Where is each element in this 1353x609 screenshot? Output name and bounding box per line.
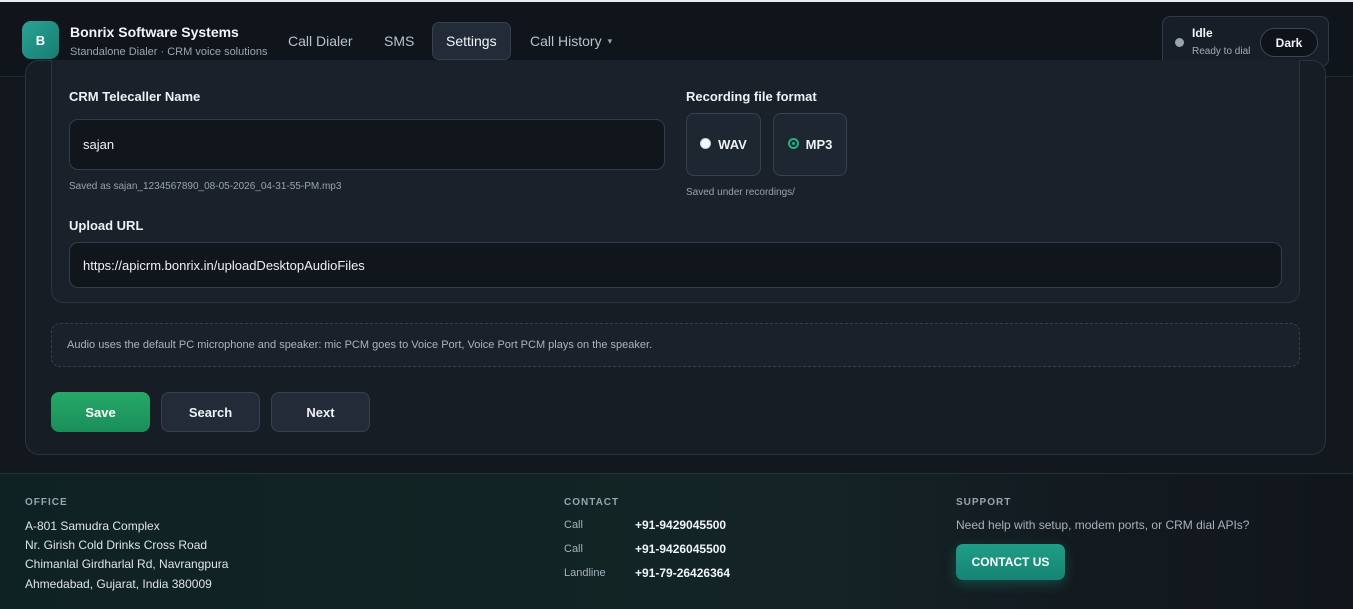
format-option-wav[interactable]: WAV	[686, 113, 761, 176]
nav-label: SMS	[384, 33, 415, 49]
telecaller-name-input[interactable]: sajan	[69, 119, 665, 170]
nav-label: Call History	[530, 33, 602, 49]
upload-url-label: Upload URL	[69, 218, 144, 233]
caret-down-icon: ▾	[607, 35, 613, 46]
audio-note-text: Audio uses the default PC microphone and…	[67, 339, 653, 351]
upload-url-input[interactable]: https://apicrm.bonrix.in/uploadDesktopAu…	[69, 242, 1282, 288]
radio-checked-icon	[787, 138, 799, 149]
brand-subtitle: Standalone Dialer · CRM voice solutions	[70, 46, 268, 58]
audio-note: Audio uses the default PC microphone and…	[51, 323, 1300, 367]
format-hint: Saved under recordings/	[686, 187, 795, 198]
contact-key: Call	[564, 543, 583, 555]
contact-key: Call	[564, 519, 583, 531]
office-line: Ahmedabad, Gujarat, India 380009	[25, 577, 212, 591]
status-subtitle: Ready to dial	[1192, 46, 1251, 57]
radio-unchecked-icon	[700, 138, 712, 149]
format-option-label: MP3	[805, 137, 833, 152]
nav-label: Settings	[446, 33, 497, 49]
office-line: Nr. Girish Cold Drinks Cross Road	[25, 538, 208, 552]
footer: OFFICE A-801 Samudra Complex Nr. Girish …	[0, 473, 1353, 609]
nav-settings[interactable]: Settings	[432, 22, 511, 60]
office-line: A-801 Samudra Complex	[25, 519, 160, 533]
support-heading: SUPPORT	[956, 497, 1012, 508]
brand-title: Bonrix Software Systems	[70, 24, 239, 40]
contact-phone-link[interactable]: +91-79-26426364	[635, 566, 730, 580]
contact-us-button[interactable]: CONTACT US	[956, 544, 1065, 580]
nav-label: Call Dialer	[288, 33, 353, 49]
contact-key: Landline	[564, 567, 606, 579]
status-title: Idle	[1192, 26, 1213, 40]
contact-heading: CONTACT	[564, 497, 620, 508]
status-dot-icon	[1175, 38, 1184, 47]
telecaller-label: CRM Telecaller Name	[69, 89, 201, 104]
office-heading: OFFICE	[25, 497, 68, 508]
next-button[interactable]: Next	[271, 392, 370, 432]
format-option-label: WAV	[718, 137, 747, 152]
support-text: Need help with setup, modem ports, or CR…	[956, 518, 1250, 532]
office-line: Chimanlal Girdharlal Rd, Navrangpura	[25, 557, 229, 571]
search-button[interactable]: Search	[161, 392, 260, 432]
nav-sms[interactable]: SMS	[371, 22, 427, 60]
format-label: Recording file format	[686, 89, 817, 104]
contact-phone-link[interactable]: +91-9426045500	[635, 542, 726, 556]
brand-logo[interactable]: B	[22, 21, 59, 59]
nav-call-history[interactable]: Call History ▾	[517, 22, 625, 60]
telecaller-hint: Saved as sajan_1234567890_08-05-2026_04-…	[69, 181, 342, 192]
contact-phone-link[interactable]: +91-9429045500	[635, 518, 726, 532]
nav-call-dialer[interactable]: Call Dialer	[275, 22, 366, 60]
save-button[interactable]: Save	[51, 392, 150, 432]
theme-toggle-button[interactable]: Dark	[1260, 28, 1318, 57]
format-option-mp3[interactable]: MP3	[773, 113, 847, 176]
